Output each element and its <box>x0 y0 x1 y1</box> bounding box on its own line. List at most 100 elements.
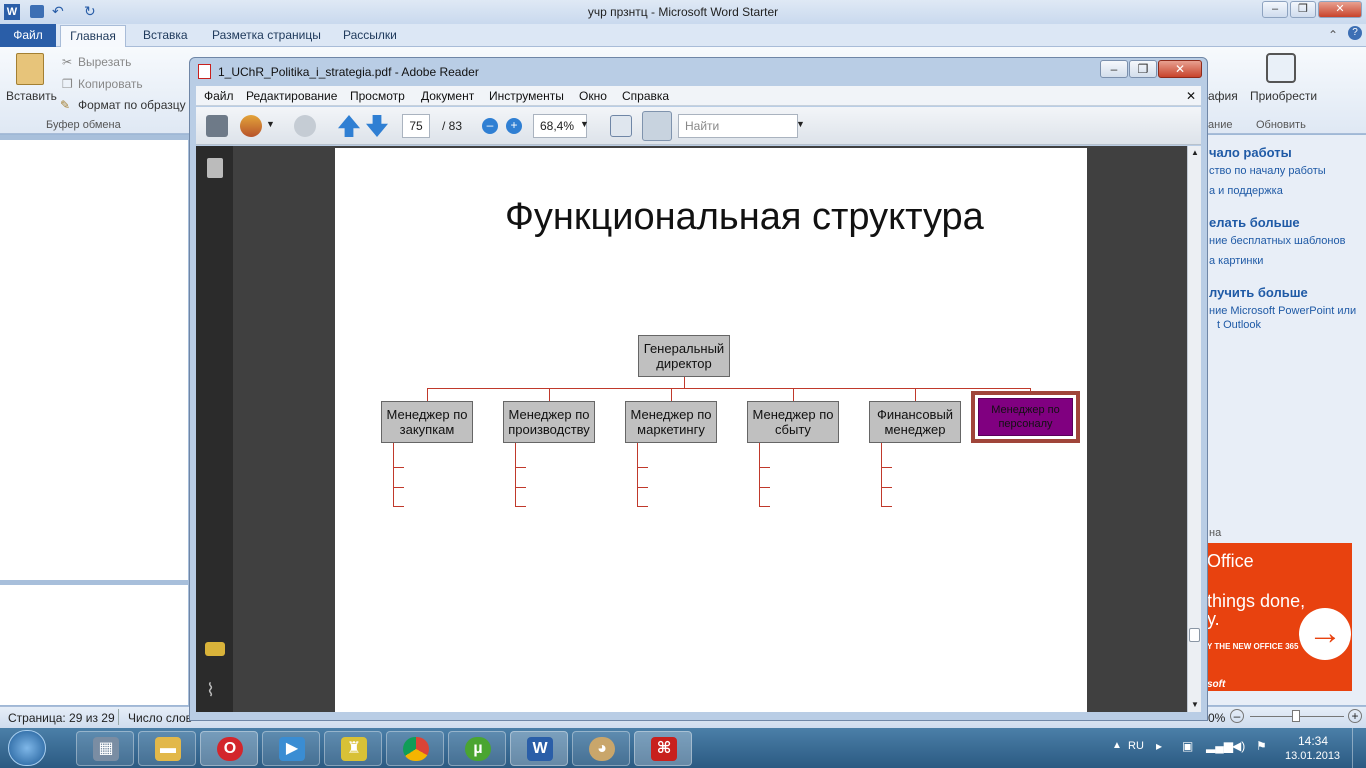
tab-mailings[interactable]: Рассылки <box>343 28 397 42</box>
taskbar-chrome[interactable] <box>386 731 444 766</box>
tray-arrow-icon[interactable]: ▸ <box>1156 739 1162 753</box>
reader-close-button[interactable]: ✕ <box>1158 60 1202 78</box>
fit-page-icon[interactable] <box>642 111 672 141</box>
status-page-count[interactable]: Страница: 29 из 29 <box>8 711 115 725</box>
media-player-icon: ▶ <box>279 737 305 761</box>
office-365-ad[interactable]: Office things done, y. Y THE NEW OFFICE … <box>1203 543 1352 691</box>
page-number-input[interactable]: 75 <box>402 114 430 138</box>
help-icon[interactable]: ? <box>1348 26 1362 40</box>
folder-icon: ▬ <box>155 737 181 761</box>
tab-file[interactable]: Файл <box>0 24 56 47</box>
taskbar-opera[interactable]: O <box>200 731 258 766</box>
scroll-down-icon[interactable]: ▼ <box>1191 700 1199 709</box>
word-titlebar: W ↶ ↻ учр прзнтц - Microsoft Word Starte… <box>0 0 1366 24</box>
menu-help[interactable]: Справка <box>622 89 669 103</box>
taskbar-calculator[interactable]: ▦ <box>76 731 134 766</box>
ad-cta[interactable]: Y THE NEW OFFICE 365 <box>1207 642 1298 651</box>
clock-time[interactable]: 14:34 <box>1298 734 1328 748</box>
tab-insert[interactable]: Вставка <box>143 28 188 42</box>
reader-document-view[interactable]: Функциональная структура Генеральный дир… <box>233 146 1187 712</box>
opera-icon: O <box>217 737 243 761</box>
tab-home[interactable]: Главная <box>60 25 126 48</box>
share-dropdown-icon[interactable]: ▼ <box>266 119 275 129</box>
scrollbar-thumb[interactable] <box>1189 628 1200 642</box>
zoom-level-input[interactable]: 68,4% <box>533 114 587 138</box>
status-word-count[interactable]: Число слов <box>128 711 192 725</box>
find-input[interactable]: Найти <box>678 114 798 138</box>
taskbar-word[interactable]: W <box>510 731 568 766</box>
pane-link-powerpoint[interactable]: ние Microsoft PowerPoint или <box>1209 305 1356 317</box>
menu-view[interactable]: Просмотр <box>350 89 405 103</box>
word-page[interactable] <box>0 140 188 580</box>
tray-device-icon[interactable]: ▣ <box>1182 739 1193 753</box>
zoom-in-icon[interactable]: + <box>1348 709 1362 723</box>
cut-button[interactable]: Вырезать <box>78 55 131 69</box>
flag-icon[interactable]: ⚑ <box>1256 739 1267 753</box>
word-minimize-button[interactable]: – <box>1262 1 1288 18</box>
menu-document[interactable]: Документ <box>421 89 474 103</box>
word-page-next[interactable] <box>0 585 188 705</box>
taskbar-game[interactable]: ♜ <box>324 731 382 766</box>
language-indicator[interactable]: RU <box>1128 740 1144 752</box>
tray-expand-icon[interactable]: ▲ <box>1112 740 1122 751</box>
pane-link-clipart[interactable]: а картинки <box>1209 255 1263 267</box>
word-close-button[interactable]: ✕ <box>1318 1 1362 18</box>
taskbar-explorer[interactable]: ▬ <box>138 731 196 766</box>
menu-file[interactable]: Файл <box>204 89 234 103</box>
next-page-icon[interactable] <box>366 115 388 137</box>
volume-icon[interactable]: ◀) <box>1232 739 1245 753</box>
taskbar-media[interactable]: ▶ <box>262 731 320 766</box>
pdf-icon: ⌘ <box>651 737 677 761</box>
ceo-connector <box>684 377 685 388</box>
reader-menubar: Файл Редактирование Просмотр Документ Ин… <box>196 86 1201 106</box>
scroll-up-icon[interactable]: ▲ <box>1191 148 1199 157</box>
find-dropdown-icon[interactable]: ▼ <box>796 119 805 129</box>
reader-maximize-button[interactable]: ❐ <box>1129 60 1157 78</box>
status-zoom-value[interactable]: 0% <box>1208 711 1225 725</box>
start-button[interactable] <box>8 730 46 766</box>
paste-icon[interactable] <box>16 53 44 85</box>
buy-button[interactable]: Приобрести <box>1250 89 1317 103</box>
share-icon[interactable] <box>240 115 262 137</box>
pane-link-outlook[interactable]: t Outlook <box>1217 319 1261 331</box>
drop-line-3 <box>671 388 672 401</box>
sub-tick <box>393 467 404 468</box>
network-signal-icon[interactable]: ▂▄▆ <box>1206 739 1233 753</box>
taskbar-paint[interactable]: ◕ <box>572 731 630 766</box>
pane-link-guide[interactable]: ство по началу работы <box>1209 165 1326 177</box>
menu-tools[interactable]: Инструменты <box>489 89 564 103</box>
show-desktop-button[interactable] <box>1352 728 1366 768</box>
taskbar-utorrent[interactable]: µ <box>448 731 506 766</box>
document-close-icon[interactable]: ✕ <box>1186 89 1196 103</box>
fit-width-icon[interactable] <box>610 115 632 137</box>
zoom-out-icon[interactable]: – <box>482 118 498 134</box>
zoom-slider-thumb[interactable] <box>1292 710 1300 722</box>
game-icon: ♜ <box>341 737 367 761</box>
zoom-in-icon[interactable]: + <box>506 118 522 134</box>
taskbar-adobe-reader[interactable]: ⌘ <box>634 731 692 766</box>
format-painter-button[interactable]: Формат по образцу <box>78 98 186 112</box>
attachments-icon[interactable]: ⌇ <box>206 680 215 701</box>
cart-icon[interactable] <box>1266 53 1296 83</box>
pages-panel-icon[interactable] <box>207 158 223 178</box>
utorrent-icon: µ <box>465 737 491 761</box>
paste-button[interactable]: Вставить <box>6 89 57 103</box>
zoom-dropdown-icon[interactable]: ▼ <box>580 119 589 129</box>
comments-panel-icon[interactable] <box>205 642 225 656</box>
reader-vertical-scrollbar[interactable]: ▲ ▼ <box>1187 146 1201 712</box>
pane-link-templates[interactable]: ние бесплатных шаблонов <box>1209 235 1345 247</box>
tab-page-layout[interactable]: Разметка страницы <box>212 28 321 42</box>
zoom-out-icon[interactable]: – <box>1230 709 1244 723</box>
copy-button[interactable]: Копировать <box>78 77 143 91</box>
clock-date[interactable]: 13.01.2013 <box>1285 750 1340 762</box>
word-maximize-button[interactable]: ❐ <box>1290 1 1316 18</box>
menu-window[interactable]: Окно <box>579 89 607 103</box>
print-icon[interactable] <box>206 115 228 137</box>
pane-link-support[interactable]: а и поддержка <box>1209 185 1283 197</box>
reader-minimize-button[interactable]: – <box>1100 60 1128 78</box>
arrow-right-icon[interactable]: → <box>1299 608 1351 660</box>
ribbon-minimize-icon[interactable]: ⌃ <box>1328 28 1338 42</box>
menu-edit[interactable]: Редактирование <box>246 89 337 103</box>
previous-page-icon[interactable] <box>338 115 360 137</box>
comment-icon[interactable] <box>294 115 316 137</box>
